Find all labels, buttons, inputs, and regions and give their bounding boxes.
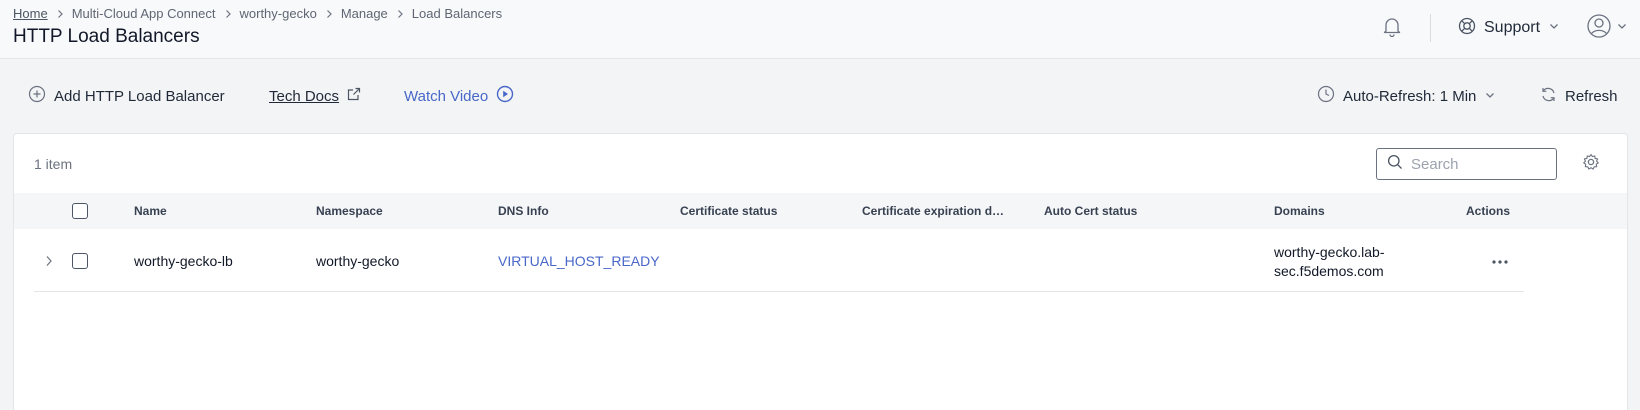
column-header-namespace[interactable]: Namespace xyxy=(316,193,486,229)
external-link-icon xyxy=(347,87,361,105)
tech-docs-label: Tech Docs xyxy=(269,87,340,105)
select-all-checkbox[interactable] xyxy=(72,203,88,219)
table-row[interactable]: worthy-gecko-lb worthy-gecko VIRTUAL_HOS… xyxy=(34,230,1524,292)
cell-dns-info[interactable]: VIRTUAL_HOST_READY xyxy=(498,253,660,269)
chevron-down-icon xyxy=(1548,19,1560,37)
user-icon xyxy=(1586,13,1612,44)
breadcrumb-multi-cloud[interactable]: Multi-Cloud App Connect xyxy=(72,6,216,22)
support-label: Support xyxy=(1484,19,1541,36)
breadcrumb: Home Multi-Cloud App Connect worthy-geck… xyxy=(13,6,502,22)
table-settings-button[interactable] xyxy=(1580,153,1602,175)
row-checkbox[interactable] xyxy=(72,253,88,269)
toolbar: Add HTTP Load Balancer Tech Docs Watch V… xyxy=(0,74,1640,118)
refresh-button[interactable]: Refresh xyxy=(1540,74,1618,118)
support-menu[interactable]: Support xyxy=(1458,12,1560,44)
column-header-actions: Actions xyxy=(1466,204,1511,218)
cell-namespace: worthy-gecko xyxy=(316,253,400,269)
chevron-right-icon xyxy=(48,6,72,22)
cell-name[interactable]: worthy-gecko-lb xyxy=(134,253,233,269)
column-header-name[interactable]: Name xyxy=(134,193,304,229)
row-actions-button[interactable] xyxy=(1488,252,1512,270)
search-box xyxy=(1376,148,1557,180)
add-load-balancer-label: Add HTTP Load Balancer xyxy=(54,87,225,105)
breadcrumb-home[interactable]: Home xyxy=(13,6,48,22)
add-load-balancer-button[interactable]: Add HTTP Load Balancer xyxy=(28,74,225,118)
breadcrumb-load-balancers: Load Balancers xyxy=(411,6,503,21)
auto-refresh-dropdown[interactable]: Auto-Refresh: 1 Min xyxy=(1317,74,1496,118)
column-header-domains[interactable]: Domains xyxy=(1274,193,1424,229)
chevron-right-icon[interactable] xyxy=(42,252,56,270)
column-header-certificate-expiration[interactable]: Certificate expiration date xyxy=(862,193,1009,229)
tech-docs-link[interactable]: Tech Docs xyxy=(269,74,361,118)
chevron-down-icon xyxy=(1616,19,1628,37)
search-input[interactable] xyxy=(1411,155,1541,173)
play-circle-icon xyxy=(496,85,514,107)
breadcrumb-namespace[interactable]: worthy-gecko xyxy=(240,6,317,22)
header-divider xyxy=(1430,14,1431,42)
column-header-auto-cert-status[interactable]: Auto Cert status xyxy=(1044,193,1244,229)
breadcrumb-manage[interactable]: Manage xyxy=(341,6,388,22)
column-header-dns-info[interactable]: DNS Info xyxy=(498,193,668,229)
cell-domains-line2: sec.f5demos.com xyxy=(1274,263,1384,279)
refresh-icon xyxy=(1540,86,1557,107)
auto-refresh-label: Auto-Refresh: 1 Min xyxy=(1343,87,1477,105)
more-horizontal-icon xyxy=(1491,252,1509,270)
watch-video-link[interactable]: Watch Video xyxy=(404,74,514,118)
bell-icon xyxy=(1380,14,1404,43)
cell-domains-line1: worthy-gecko.lab- xyxy=(1274,244,1385,260)
chevron-right-icon xyxy=(388,6,412,22)
chevron-right-icon xyxy=(317,6,341,22)
table-header: Name Namespace DNS Info Certificate stat… xyxy=(14,193,1627,229)
notifications-button[interactable] xyxy=(1380,12,1404,44)
chevron-right-icon xyxy=(216,6,240,22)
item-count: 1 item xyxy=(34,156,73,172)
watch-video-label: Watch Video xyxy=(404,87,489,105)
search-icon xyxy=(1387,154,1403,175)
load-balancer-table-card: 1 item Name Namespace DNS Info Certifica… xyxy=(13,133,1628,410)
cell-domains: worthy-gecko.lab- sec.f5demos.com xyxy=(1274,243,1385,281)
column-header-certificate-status[interactable]: Certificate status xyxy=(680,193,850,229)
page-title: HTTP Load Balancers xyxy=(13,26,200,47)
chevron-down-icon xyxy=(1484,88,1496,105)
refresh-label: Refresh xyxy=(1565,87,1618,105)
user-menu[interactable] xyxy=(1586,12,1628,44)
page-header: Home Multi-Cloud App Connect worthy-geck… xyxy=(0,0,1640,59)
gear-icon xyxy=(1582,153,1600,176)
clock-icon xyxy=(1317,85,1335,107)
plus-circle-icon xyxy=(28,85,46,107)
support-icon xyxy=(1458,17,1476,40)
